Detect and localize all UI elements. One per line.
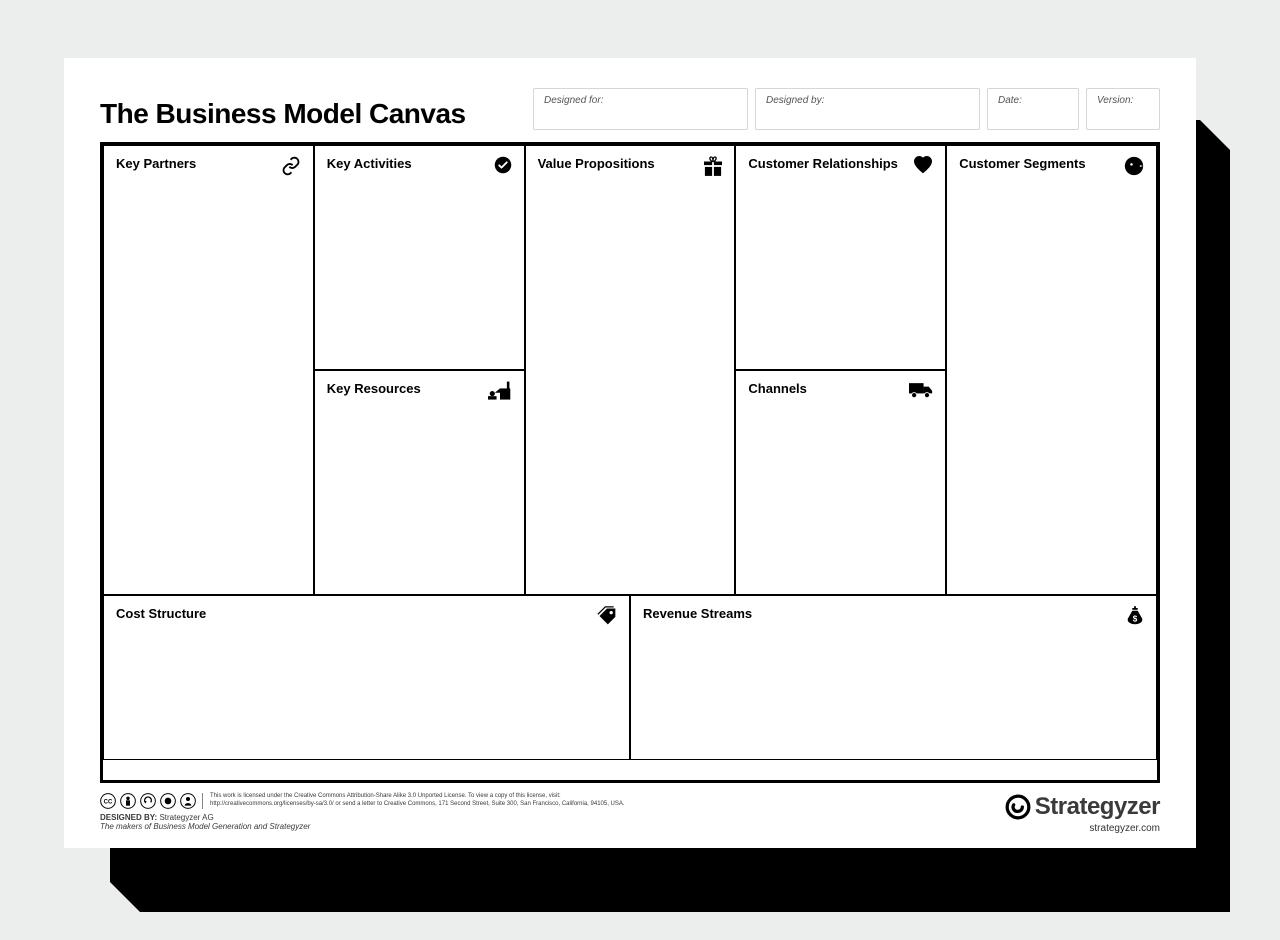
cell-key-activities[interactable]: Key Activities <box>314 145 525 370</box>
designed-for-field[interactable]: Designed for: <box>533 88 748 130</box>
person-icon <box>1124 156 1144 176</box>
cc-by-icon <box>120 793 136 809</box>
page-header: The Business Model Canvas Designed for: … <box>100 88 1160 130</box>
meta-boxes: Designed for: Designed by: Date: Version… <box>486 88 1160 130</box>
strategyzer-logo-icon <box>1005 794 1031 820</box>
tag-icon <box>597 606 617 626</box>
money-bag-icon: $ <box>1126 606 1144 628</box>
license-line: This work is licensed under the Creative… <box>210 793 625 801</box>
gift-icon <box>704 156 722 176</box>
cell-cost-structure[interactable]: Cost Structure <box>103 595 630 760</box>
link-icon <box>281 156 301 176</box>
cell-title: Revenue Streams <box>643 606 752 621</box>
cell-customer-segments[interactable]: Customer Segments <box>946 145 1157 595</box>
cell-value-propositions[interactable]: Value Propositions <box>525 145 736 595</box>
cell-title: Value Propositions <box>538 156 655 171</box>
cell-channels[interactable]: Channels <box>735 370 946 595</box>
cell-title: Customer Segments <box>959 156 1085 171</box>
brand: Strategyzer <box>1005 793 1160 821</box>
cell-title: Customer Relationships <box>748 156 898 171</box>
cell-title: Cost Structure <box>116 606 206 621</box>
license-line: http://creativecommons.org/licenses/by-s… <box>210 801 625 809</box>
business-model-canvas: Key Partners Key Activities Key Resource… <box>100 142 1160 783</box>
designed-by-value: Strategyzer AG <box>159 813 213 822</box>
factory-icon <box>488 381 512 401</box>
cc-nd-icon <box>160 793 176 809</box>
cc-sa-icon <box>140 793 156 809</box>
heart-icon <box>913 156 933 174</box>
truck-icon <box>909 381 933 399</box>
svg-text:CC: CC <box>104 800 113 806</box>
cell-revenue-streams[interactable]: Revenue Streams $ <box>630 595 1157 760</box>
designed-by-field[interactable]: Designed by: <box>755 88 980 130</box>
cell-customer-relationships[interactable]: Customer Relationships <box>735 145 946 370</box>
date-field[interactable]: Date: <box>987 88 1079 130</box>
cc-icon: CC <box>100 793 116 809</box>
check-circle-icon <box>494 156 512 174</box>
footer-left: CC This work is licensed under the Creat… <box>100 793 625 831</box>
brand-url: strategyzer.com <box>1005 823 1160 834</box>
designed-by-label: DESIGNED BY: <box>100 813 157 822</box>
canvas-page: The Business Model Canvas Designed for: … <box>64 58 1196 848</box>
page-title: The Business Model Canvas <box>100 88 466 130</box>
cell-title: Key Resources <box>327 381 421 396</box>
cell-key-partners[interactable]: Key Partners <box>103 145 314 595</box>
footer-right: Strategyzer strategyzer.com <box>1005 793 1160 834</box>
designed-by-tagline: The makers of Business Model Generation … <box>100 822 625 831</box>
cell-title: Key Partners <box>116 156 196 171</box>
svg-text:$: $ <box>1133 615 1138 624</box>
license-text: This work is licensed under the Creative… <box>208 793 625 809</box>
page-footer: CC This work is licensed under the Creat… <box>100 793 1160 834</box>
cc-person-icon <box>180 793 196 809</box>
cell-title: Channels <box>748 381 807 396</box>
version-field[interactable]: Version: <box>1086 88 1160 130</box>
cc-license-icons: CC <box>100 793 203 809</box>
cell-title: Key Activities <box>327 156 412 171</box>
cell-key-resources[interactable]: Key Resources <box>314 370 525 595</box>
designed-by: DESIGNED BY: Strategyzer AG The makers o… <box>100 813 625 831</box>
brand-name: Strategyzer <box>1035 793 1160 821</box>
